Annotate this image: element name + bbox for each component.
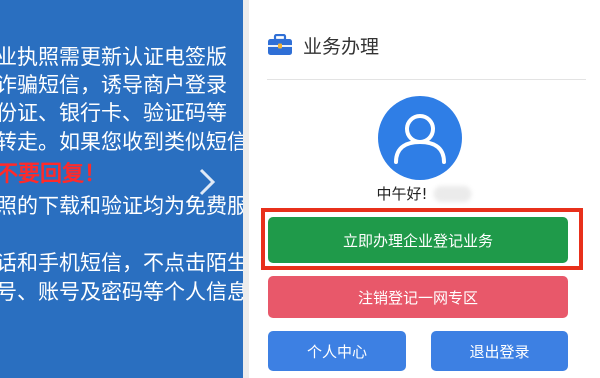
- user-avatar-icon: [378, 96, 462, 180]
- blurred-username: [433, 185, 472, 202]
- banner-text-line: 话和手机短信，不点击陌生: [0, 251, 243, 275]
- banner-text-line: 转走。如果您收到类似短信: [0, 130, 243, 154]
- panel-header: 业务办理: [267, 30, 379, 60]
- notice-banner[interactable]: 业执照需更新认证电签版 诈骗短信，诱导商户登录 份证、银行卡、验证码等 转走。如…: [0, 0, 243, 378]
- banner-text-line: 号、账号及密码等个人信息: [0, 280, 243, 304]
- header-divider: [267, 79, 586, 80]
- banner-warning-text: 不要回复！: [0, 162, 107, 187]
- cancel-registration-button[interactable]: 注销登记一网专区: [268, 276, 568, 318]
- banner-text-line: 业执照需更新认证电签版: [0, 45, 227, 69]
- banner-text-line: 诈骗短信，诱导商户登录: [0, 73, 227, 97]
- personal-center-button[interactable]: 个人中心: [268, 331, 406, 371]
- panel-title: 业务办理: [303, 35, 380, 58]
- briefcase-icon: [268, 34, 292, 55]
- banner-text-line: 份证、银行卡、验证码等: [0, 101, 227, 125]
- business-panel: 业务办理 中午好! 立即办理企业登记业务 注销登记一网专区 个人中心 退出登录: [249, 0, 600, 378]
- logout-button[interactable]: 退出登录: [431, 331, 568, 371]
- register-business-button[interactable]: 立即办理企业登记业务: [268, 217, 568, 263]
- chevron-right-icon[interactable]: [196, 167, 218, 197]
- greeting-row: 中午好!: [376, 183, 472, 204]
- greeting-text: 中午好!: [376, 185, 428, 203]
